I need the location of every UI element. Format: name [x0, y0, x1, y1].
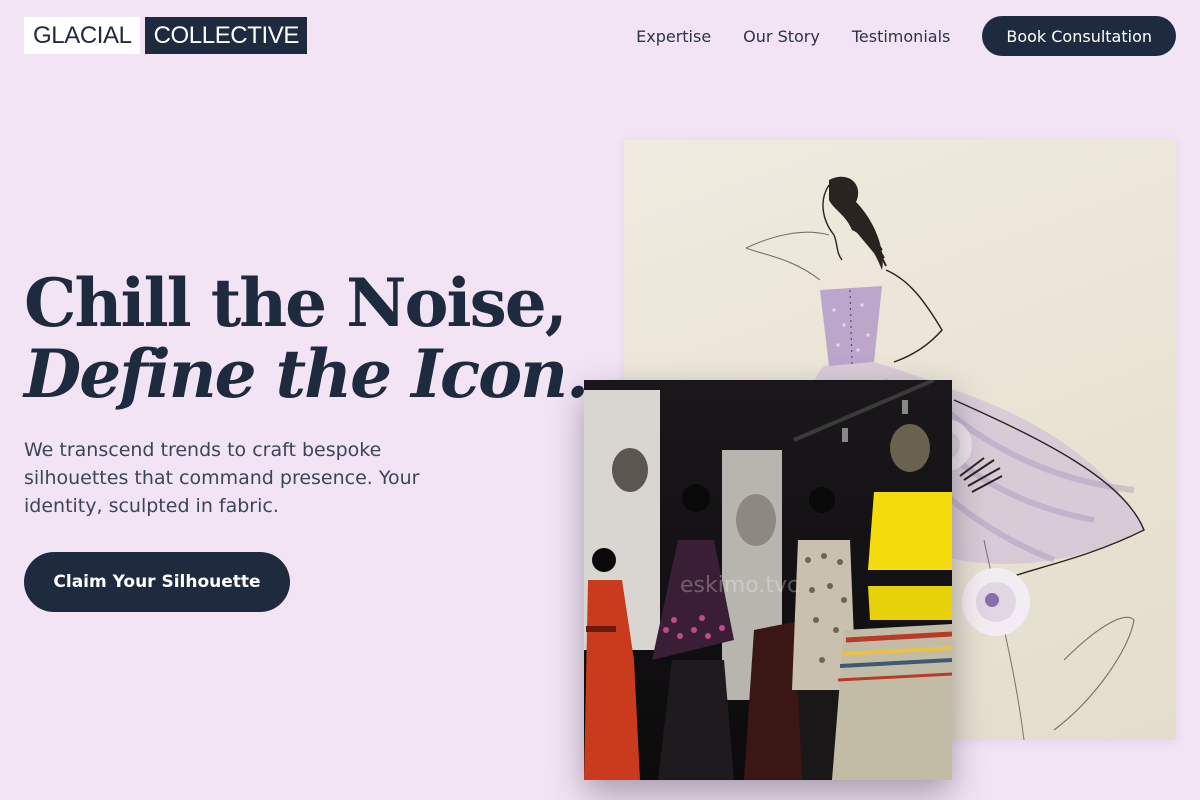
- nav-link-expertise[interactable]: Expertise: [636, 27, 711, 46]
- hero-title-line-2: Define the Icon.: [24, 335, 589, 413]
- mannequins-scene: eskimo.tvc: [584, 380, 952, 780]
- brand-logo[interactable]: GLACIAL COLLECTIVE: [24, 17, 307, 54]
- photo-watermark: eskimo.tvc: [680, 573, 799, 598]
- flower-2-icon: [962, 568, 1030, 636]
- brand-logo-part-1: GLACIAL: [24, 17, 140, 54]
- mannequins-photo: eskimo.tvc: [584, 380, 952, 780]
- hero-title: Chill the Noise, Define the Icon.: [24, 268, 589, 413]
- hero-subtitle: We transcend trends to craft bespoke sil…: [24, 439, 420, 517]
- nav-link-our-story[interactable]: Our Story: [743, 27, 820, 46]
- main-nav: Expertise Our Story Testimonials Book Co…: [636, 16, 1176, 56]
- nav-link-testimonials[interactable]: Testimonials: [852, 27, 951, 46]
- brand-logo-part-2: COLLECTIVE: [144, 17, 307, 54]
- book-consultation-button[interactable]: Book Consultation: [982, 16, 1176, 56]
- hero-title-line-1: Chill the Noise,: [24, 264, 568, 342]
- claim-silhouette-button[interactable]: Claim Your Silhouette: [24, 552, 290, 612]
